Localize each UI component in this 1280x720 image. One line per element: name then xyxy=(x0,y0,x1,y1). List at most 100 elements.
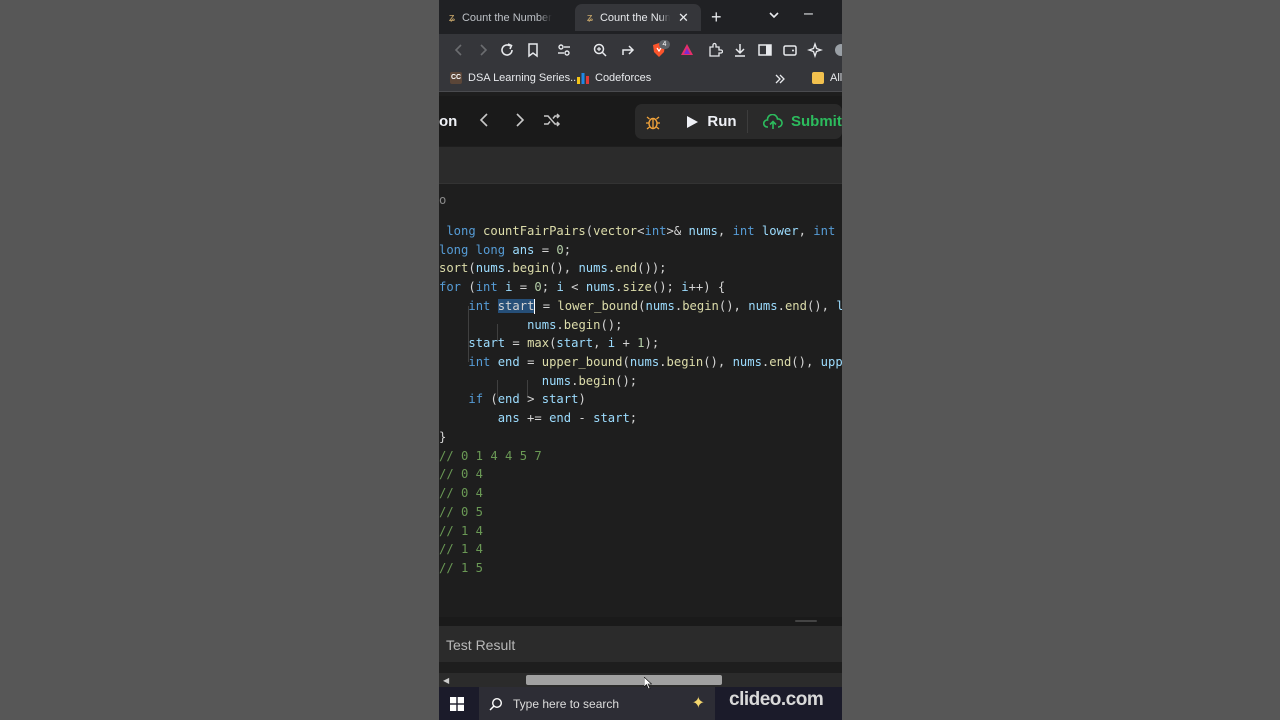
code-token: start xyxy=(541,392,579,407)
code-token: ()); xyxy=(637,261,667,276)
code-line[interactable]: long long ans = 0; xyxy=(439,241,571,260)
next-problem-icon[interactable] xyxy=(509,110,529,130)
code-token: ans xyxy=(512,242,535,257)
sidebar-icon[interactable] xyxy=(757,42,773,58)
close-tab-icon[interactable]: ✕ xyxy=(678,10,689,26)
code-line[interactable]: sort(nums.begin(), nums.end()); xyxy=(439,259,667,278)
code-editor[interactable]: o long countFairPairs(vector<int>& nums,… xyxy=(439,185,842,617)
code-token: = xyxy=(505,336,528,351)
code-token: 0 xyxy=(556,242,564,257)
shuffle-icon[interactable] xyxy=(542,110,562,130)
code-token: begin xyxy=(578,373,616,388)
code-token: end xyxy=(497,392,520,407)
code-token: . xyxy=(615,280,623,295)
divider xyxy=(747,110,748,133)
extensions-icon[interactable] xyxy=(707,42,723,58)
horizontal-scrollbar[interactable]: ◀ xyxy=(439,673,842,687)
code-token: ( xyxy=(585,224,594,238)
new-tab-icon[interactable]: + xyxy=(711,7,722,28)
code-token: + xyxy=(615,336,638,351)
code-line[interactable]: ans += end - start; xyxy=(439,409,637,428)
code-line[interactable]: // 0 1 4 4 5 7 xyxy=(439,447,542,466)
code-token: (), xyxy=(703,355,733,370)
wallet-icon[interactable] xyxy=(782,42,798,58)
downloads-icon[interactable] xyxy=(732,42,748,58)
code-line[interactable]: // 1 4 xyxy=(439,540,483,559)
code-token: nums xyxy=(748,298,778,313)
code-token: end xyxy=(497,355,520,370)
scroll-left-arrow-icon[interactable]: ◀ xyxy=(443,676,449,685)
code-line[interactable]: } xyxy=(439,428,446,447)
code-token: nums xyxy=(578,261,608,276)
reload-icon[interactable] xyxy=(499,42,515,58)
code-line[interactable]: // 1 4 xyxy=(439,522,483,541)
bookmark-all-bookmarks[interactable]: All xyxy=(812,72,842,84)
code-line[interactable]: start = max(start, i + 1); xyxy=(439,334,659,353)
tab-list-chevron-icon[interactable] xyxy=(768,9,780,21)
code-token: nums xyxy=(475,261,506,276)
brave-rewards-icon[interactable] xyxy=(679,42,695,58)
code-token: sort xyxy=(439,261,469,276)
code-token: // 1 4 xyxy=(439,523,484,538)
run-button[interactable]: Run xyxy=(675,104,747,139)
code-line[interactable]: for (int i = 0; i < nums.size(); i++) { xyxy=(439,278,725,297)
share-icon[interactable] xyxy=(620,42,636,58)
zoom-icon[interactable] xyxy=(592,42,608,58)
tab-count-the-number-1[interactable]: ʑ Count the Number o xyxy=(449,4,571,31)
debug-icon[interactable] xyxy=(635,104,671,139)
code-token: if xyxy=(468,392,491,407)
site-settings-icon[interactable] xyxy=(556,42,572,58)
code-token: ++) { xyxy=(688,280,726,295)
taskbar-search-box[interactable]: Type here to search ✦ xyxy=(479,687,715,720)
code-token: ) xyxy=(578,392,586,407)
forward-icon[interactable] xyxy=(475,42,491,58)
bookmark-label: All xyxy=(830,72,842,84)
tab-count-the-number-2-active[interactable]: ʑ Count the Numb ✕ xyxy=(575,4,701,31)
code-line[interactable]: if (end > start) xyxy=(439,390,586,409)
windows-icon[interactable] xyxy=(450,697,464,711)
code-line[interactable]: // 0 4 xyxy=(439,484,483,503)
code-line[interactable]: int end = upper_bound(nums.begin(), nums… xyxy=(439,353,842,372)
panel-resize-handle[interactable] xyxy=(439,617,842,626)
code-token: i xyxy=(556,280,564,295)
bookmarks-bar: CC DSA Learning Series... Codeforces All xyxy=(439,66,842,92)
bookmark-codeforces[interactable]: Codeforces xyxy=(577,72,651,84)
code-token: (); xyxy=(651,280,682,295)
drag-grip[interactable] xyxy=(795,620,817,622)
code-token: ( xyxy=(622,355,630,370)
code-token: begin xyxy=(563,317,601,332)
more-bookmarks-chevron-icon[interactable] xyxy=(774,73,786,85)
leo-ai-icon[interactable] xyxy=(807,42,823,58)
code-line[interactable]: int start = lower_bound(nums.begin(), nu… xyxy=(439,297,842,316)
code-line[interactable]: // 0 5 xyxy=(439,503,483,522)
code-token: vector xyxy=(593,224,638,238)
tab-title: Count the Numb xyxy=(599,11,670,24)
code-line[interactable]: // 1 5 xyxy=(439,559,483,578)
code-token: = xyxy=(519,355,542,370)
prev-problem-icon[interactable] xyxy=(475,110,495,130)
test-result-tab[interactable]: Test Result xyxy=(446,637,515,653)
scrollbar-thumb[interactable] xyxy=(526,675,722,685)
bookmark-icon[interactable] xyxy=(525,42,541,58)
code-line[interactable]: // 0 4 xyxy=(439,465,483,484)
folder-icon xyxy=(812,72,824,84)
code-token: (), xyxy=(806,298,837,313)
code-line[interactable]: long countFairPairs(vector<int>& nums, i… xyxy=(439,222,835,241)
code-token: . xyxy=(556,317,564,332)
problem-list-title[interactable]: on xyxy=(439,113,457,130)
code-line[interactable]: nums.begin(); xyxy=(439,372,637,391)
code-line[interactable]: nums.begin(); xyxy=(439,316,622,335)
code-token: >& xyxy=(666,224,689,238)
code-token: // 1 4 xyxy=(439,542,484,557)
bookmark-dsa-learning-series[interactable]: CC DSA Learning Series... xyxy=(450,72,579,84)
submit-button[interactable]: Submit xyxy=(753,104,842,139)
profile-icon[interactable] xyxy=(833,42,842,58)
submit-label: Submit xyxy=(791,113,842,130)
minimize-window-icon[interactable]: – xyxy=(804,5,813,23)
code-token: // 0 5 xyxy=(439,504,484,519)
code-token: int xyxy=(468,298,498,313)
code-token: ans xyxy=(497,411,520,426)
back-icon[interactable] xyxy=(451,42,467,58)
